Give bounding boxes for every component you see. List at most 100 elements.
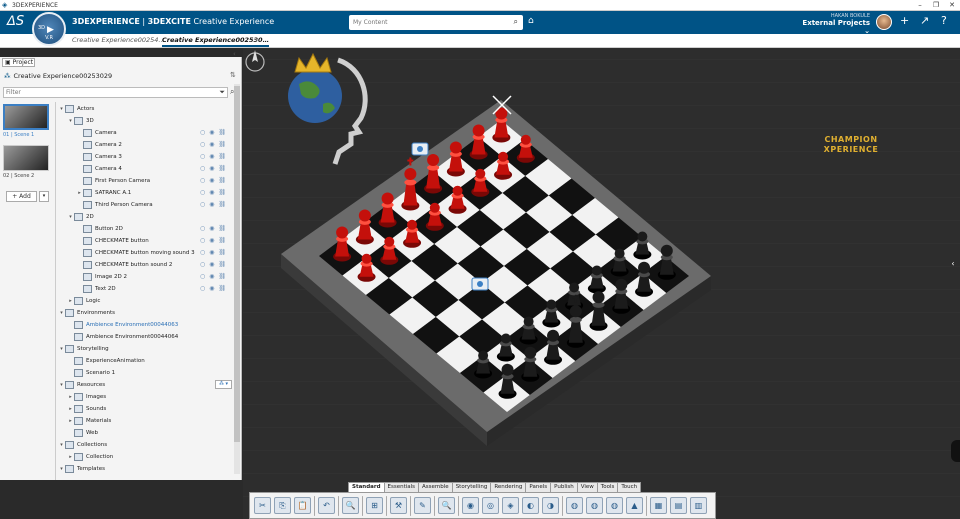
tab-experience-1[interactable]: Creative Experience00254… <box>72 36 165 44</box>
tree-item[interactable]: ▸ Materials <box>67 415 111 427</box>
tree-item[interactable]: ▾ Environments <box>58 307 115 319</box>
visibility-toggle-icon[interactable]: ○ <box>200 129 205 136</box>
eye-icon[interactable]: ◉ <box>209 225 214 232</box>
add-scene-button[interactable]: + Add <box>6 191 37 202</box>
render-3-icon[interactable]: ◈ <box>502 497 519 514</box>
tree-item[interactable]: First Person Camera <box>76 175 150 187</box>
tag-icon[interactable]: ⌂ <box>528 16 534 26</box>
tree-item[interactable]: ▾ Resources <box>58 379 105 391</box>
maximize-button[interactable]: ❐ <box>928 0 944 11</box>
eye-icon[interactable]: ◉ <box>209 165 214 172</box>
search-input[interactable] <box>349 15 499 30</box>
tree-item[interactable]: ▾ 2D <box>67 211 94 223</box>
tree-icon[interactable]: ⊞ <box>366 497 383 514</box>
add-tab-button[interactable]: + <box>253 35 260 44</box>
visibility-toggle-icon[interactable]: ○ <box>200 261 205 268</box>
panel-scrollbar[interactable] <box>234 84 240 474</box>
tree-item[interactable]: Image 2D 2 <box>76 271 127 283</box>
terrain-icon[interactable]: ▲ <box>626 497 643 514</box>
collapse-arrow-icon[interactable]: ▾ <box>58 310 65 316</box>
visibility-toggle-icon[interactable]: ○ <box>200 189 205 196</box>
render-1-icon[interactable]: ◉ <box>462 497 479 514</box>
tree-item[interactable]: ▸ Sounds <box>67 403 106 415</box>
add-scene-dropdown[interactable]: ▾ <box>39 191 49 202</box>
copy-icon[interactable]: ⎘ <box>274 497 291 514</box>
tree-item[interactable]: ▸ SATRANC A.1 <box>76 187 131 199</box>
eye-icon[interactable]: ◉ <box>209 153 214 160</box>
render-4-icon[interactable]: ◐ <box>522 497 539 514</box>
link-icon[interactable]: ⛓ <box>219 141 227 148</box>
tree-item[interactable]: Camera 2 <box>76 139 122 151</box>
filter-box[interactable]: ⏷ <box>3 87 228 98</box>
layout-2-icon[interactable]: ▤ <box>670 497 687 514</box>
expand-arrow-icon[interactable]: ▸ <box>67 298 74 304</box>
undo-icon[interactable]: ↶ <box>318 497 335 514</box>
collapse-arrow-icon[interactable]: ▾ <box>58 442 65 448</box>
expand-arrow-icon[interactable]: ▸ <box>67 454 74 460</box>
annotate-icon[interactable]: ✎ <box>414 497 431 514</box>
link-icon[interactable]: ⛓ <box>219 225 227 232</box>
link-icon[interactable]: ⛓ <box>219 177 227 184</box>
right-panel-toggle-icon[interactable]: ‹ <box>946 259 960 273</box>
link-icon[interactable]: ⛓ <box>219 273 227 280</box>
compass-button[interactable]: 3D ▶ V.R <box>32 12 66 46</box>
resources-filter-button[interactable]: ⁂ ▾ <box>215 380 232 389</box>
tab-essentials[interactable]: Essentials <box>383 482 420 492</box>
eye-icon[interactable]: ◉ <box>209 249 214 256</box>
link-icon[interactable]: ⛓ <box>219 285 227 292</box>
measure-icon[interactable]: ⚒ <box>390 497 407 514</box>
tab-standard[interactable]: Standard <box>348 482 385 492</box>
scene-item-2[interactable]: 02 | Scene 2 <box>3 145 51 186</box>
link-icon[interactable]: ⛓ <box>219 201 227 208</box>
tree-item[interactable]: CHECKMATE button moving sound 3 <box>76 247 195 259</box>
play-icon[interactable]: ▶ <box>47 25 54 35</box>
render-2-icon[interactable]: ◎ <box>482 497 499 514</box>
tab-assemble[interactable]: Assemble <box>418 482 453 492</box>
visibility-toggle-icon[interactable]: ○ <box>200 165 205 172</box>
link-icon[interactable]: ⛓ <box>219 249 227 256</box>
paste-icon[interactable]: 📋 <box>294 497 311 514</box>
scrollbar-thumb[interactable] <box>234 86 240 442</box>
tree-item[interactable]: ▾ Storytelling <box>58 343 109 355</box>
tree-item[interactable]: Third Person Camera <box>76 199 153 211</box>
tree-item[interactable]: Ambience Environment00044064 <box>67 331 178 343</box>
globe-3-icon[interactable]: ◍ <box>606 497 623 514</box>
tab-tools[interactable]: Tools <box>596 482 619 492</box>
visibility-toggle-icon[interactable]: ○ <box>200 201 205 208</box>
funnel-icon[interactable]: ⏷ <box>219 88 225 97</box>
link-icon[interactable]: ⛓ <box>219 129 227 136</box>
eye-icon[interactable]: ◉ <box>209 129 214 136</box>
view-compass-icon[interactable] <box>243 48 267 72</box>
collapse-arrow-icon[interactable]: ▾ <box>67 214 74 220</box>
tree-item[interactable]: CHECKMATE button sound 2 <box>76 259 172 271</box>
zoom-icon[interactable]: 🔍 <box>438 497 455 514</box>
link-icon[interactable]: ⛓ <box>219 153 227 160</box>
expand-arrow-icon[interactable]: ▸ <box>67 418 74 424</box>
tab-storytelling[interactable]: Storytelling <box>451 482 492 492</box>
tree-item[interactable]: ▸ Collection <box>67 451 113 463</box>
eye-icon[interactable]: ◉ <box>209 189 214 196</box>
tree-item[interactable]: ▸ Images <box>67 391 106 403</box>
expand-arrow-icon[interactable]: ▸ <box>76 190 83 196</box>
project-tab[interactable]: ▣ Project <box>2 58 35 67</box>
tree-item[interactable]: Camera <box>76 127 117 139</box>
eye-icon[interactable]: ◉ <box>209 201 214 208</box>
tree-item[interactable]: Text 2D <box>76 283 116 295</box>
tree-item[interactable]: ▸ Logic <box>67 295 100 307</box>
tree-item[interactable]: ▾ 3D <box>67 115 94 127</box>
share-icon[interactable]: ↗ <box>920 14 929 27</box>
tree-item[interactable]: ExperienceAnimation <box>67 355 145 367</box>
eye-icon[interactable]: ◉ <box>209 177 214 184</box>
layout-1-icon[interactable]: ▦ <box>650 497 667 514</box>
avatar[interactable] <box>876 14 892 30</box>
visibility-toggle-icon[interactable]: ○ <box>200 237 205 244</box>
minimize-button[interactable]: – <box>912 0 928 11</box>
visibility-toggle-icon[interactable]: ○ <box>200 177 205 184</box>
eye-icon[interactable]: ◉ <box>209 237 214 244</box>
tree-item[interactable]: Camera 3 <box>76 151 122 163</box>
search-icon[interactable]: ⌕ <box>514 17 518 27</box>
link-icon[interactable]: ⛓ <box>219 261 227 268</box>
visibility-toggle-icon[interactable]: ○ <box>200 285 205 292</box>
expand-arrow-icon[interactable]: ▸ <box>67 406 74 412</box>
project-selector[interactable]: External Projects ⌄ <box>800 19 870 35</box>
